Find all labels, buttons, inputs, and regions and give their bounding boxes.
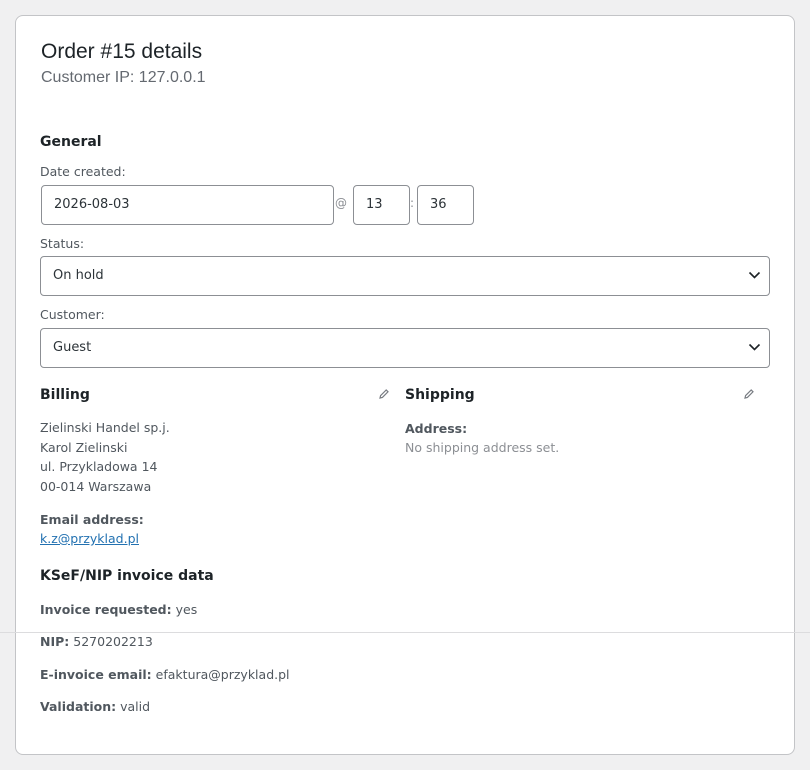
date-created-label: Date created: bbox=[40, 164, 126, 179]
shipping-address-value: No shipping address set. bbox=[405, 440, 560, 455]
date-input[interactable]: 2026-08-03 bbox=[41, 185, 334, 225]
minute-input[interactable]: 36 bbox=[417, 185, 474, 225]
billing-address-line: 00-014 Warszawa bbox=[40, 478, 152, 494]
validation-row: Validation: valid bbox=[40, 699, 150, 714]
billing-address-line: Karol Zielinski bbox=[40, 439, 128, 455]
hour-input[interactable]: 13 bbox=[353, 185, 410, 225]
billing-heading: Billing bbox=[40, 387, 90, 403]
billing-address-line: Zielinski Handel sp.j. bbox=[40, 420, 170, 435]
customer-label: Customer: bbox=[40, 307, 105, 322]
chevron-down-icon bbox=[748, 343, 761, 351]
nip-value: 5270202213 bbox=[73, 634, 153, 649]
at-separator: @ bbox=[335, 196, 347, 210]
einvoice-value: efaktura@przyklad.pl bbox=[155, 667, 290, 682]
customer-select[interactable]: Guest bbox=[40, 328, 770, 368]
pencil-icon[interactable] bbox=[743, 388, 755, 400]
invoice-requested-row: Invoice requested: yes bbox=[40, 602, 197, 617]
einvoice-label: E-invoice email: bbox=[40, 667, 152, 682]
status-select[interactable]: On hold bbox=[40, 256, 770, 296]
invoice-requested-value: yes bbox=[175, 602, 198, 617]
page-title: Order #15 details bbox=[41, 40, 203, 63]
divider bbox=[0, 632, 810, 633]
validation-value: valid bbox=[120, 699, 151, 714]
invoice-requested-label: Invoice requested: bbox=[40, 602, 172, 617]
nip-label: NIP: bbox=[40, 634, 70, 649]
shipping-heading: Shipping bbox=[405, 387, 475, 403]
shipping-address-label: Address: bbox=[405, 421, 468, 436]
email-link[interactable]: k.z@przyklad.pl bbox=[40, 531, 139, 546]
email-label: Email address: bbox=[40, 512, 144, 527]
validation-label: Validation: bbox=[40, 699, 117, 714]
billing-address-line: ul. Przykladowa 14 bbox=[40, 459, 158, 474]
customer-value: Guest bbox=[53, 340, 92, 355]
email-row: k.z@przyklad.pl bbox=[40, 531, 139, 546]
customer-ip: Customer IP: 127.0.0.1 bbox=[41, 69, 206, 86]
einvoice-row: E-invoice email: efaktura@przyklad.pl bbox=[40, 667, 290, 682]
time-colon: : bbox=[410, 196, 415, 210]
chevron-down-icon bbox=[748, 271, 761, 279]
billing-address: Zielinski Handel sp.j. Karol Zielinski u… bbox=[40, 418, 170, 496]
status-label: Status: bbox=[40, 236, 85, 251]
nip-row: NIP: 5270202213 bbox=[40, 634, 153, 649]
pencil-icon[interactable] bbox=[378, 388, 390, 400]
general-heading: General bbox=[40, 134, 102, 150]
order-details-panel: Order #15 details Customer IP: 127.0.0.1… bbox=[15, 15, 795, 755]
ksef-heading: KSeF/NIP invoice data bbox=[40, 568, 214, 584]
status-value: On hold bbox=[53, 268, 104, 283]
